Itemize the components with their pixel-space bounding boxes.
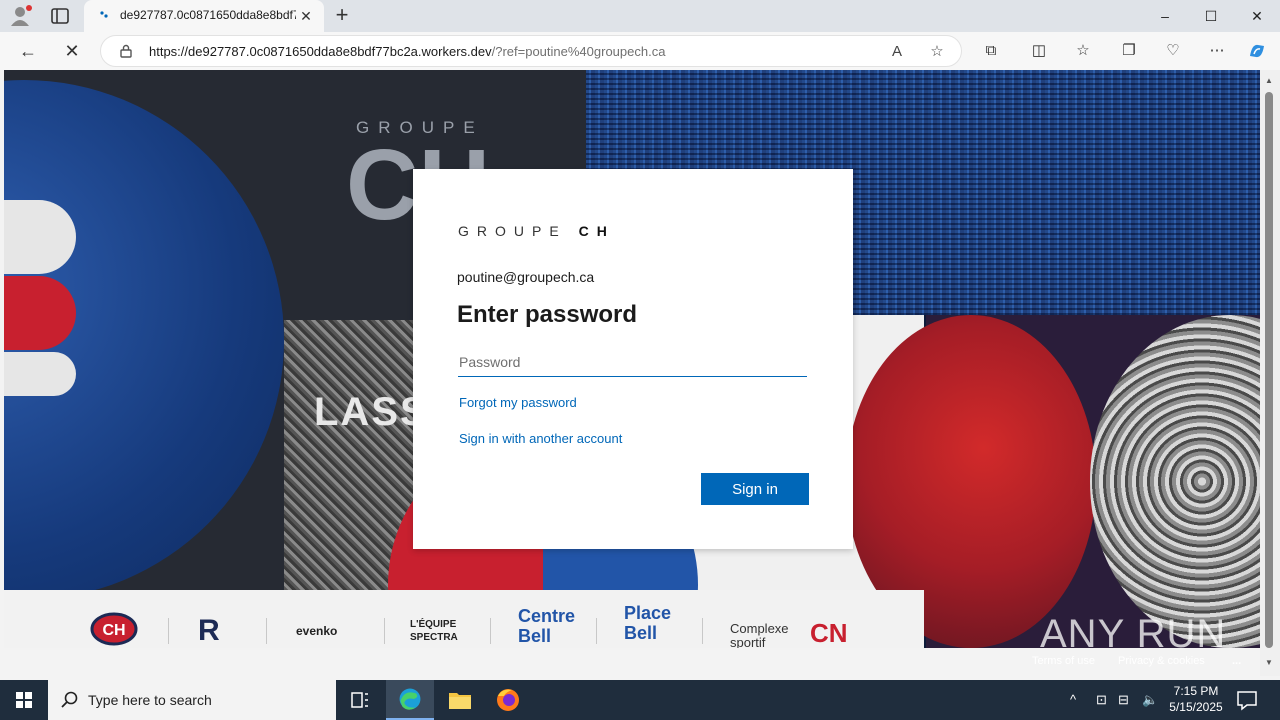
notifications-icon[interactable]	[1234, 688, 1260, 712]
complexe-sportif-logo: Complexe sportif	[730, 621, 789, 649]
privacy-cookies-link[interactable]: Privacy & cookies	[1118, 655, 1205, 667]
rocket-logo: R	[198, 614, 220, 647]
other-account-link[interactable]: Sign in with another account	[459, 431, 622, 446]
spectra-logo: L'ÉQUIPE SPECTRA	[410, 619, 458, 643]
logo-divider	[490, 618, 491, 644]
centre-bell-logo: Centre Bell	[518, 606, 576, 646]
scroll-thumb[interactable]	[1265, 92, 1273, 648]
tab-close-icon[interactable]: ✕	[298, 8, 314, 24]
loading-favicon-icon	[100, 11, 108, 18]
minimize-button[interactable]: –	[1142, 0, 1188, 32]
background-lasso-sign: LASS	[314, 390, 429, 434]
canadiens-logo-text: CH	[102, 622, 125, 639]
sign-in-button[interactable]: Sign in	[701, 473, 809, 505]
new-tab-button[interactable]: +	[330, 4, 354, 28]
read-aloud-icon[interactable]: A	[887, 42, 907, 62]
scroll-down-icon[interactable]: ▼	[1265, 658, 1273, 667]
profile-icon[interactable]	[8, 4, 34, 28]
collections-icon[interactable]: ❐	[1118, 40, 1140, 62]
windows-start-icon[interactable]	[0, 680, 48, 720]
copilot-icon[interactable]	[1246, 40, 1268, 62]
back-button[interactable]: ←	[14, 38, 42, 64]
terms-of-use-link[interactable]: Terms of use	[1032, 655, 1095, 667]
canadiens-logo: CH	[90, 612, 138, 646]
login-card: GROUPE CH poutine@groupech.ca Enter pass…	[413, 169, 853, 549]
logo-divider	[266, 618, 267, 644]
close-window-button[interactable]: ✕	[1234, 0, 1280, 32]
favorite-star-icon[interactable]: ☆	[927, 42, 947, 62]
taskbar-clock[interactable]: 7:15 PM 5/15/2025	[1158, 683, 1234, 715]
groupe-ch-logo: GROUPE CH	[458, 223, 615, 239]
edge-taskbar-icon[interactable]	[386, 680, 434, 720]
tab-title: de927787.0c0871650dda8e8bdf77	[120, 8, 296, 22]
password-input[interactable]	[458, 347, 807, 377]
address-bar[interactable]: https://de927787.0c0871650dda8e8bdf77bc2…	[100, 35, 962, 67]
task-view-icon[interactable]	[336, 680, 384, 720]
stripe-white-bottom	[4, 352, 76, 396]
evenko-logo: evenko	[296, 624, 338, 638]
stop-loading-button[interactable]: ✕	[58, 38, 86, 64]
cn-logo: CN	[810, 618, 848, 648]
browser-toolbar: ← ✕ https://de927787.0c0871650dda8e8bdf7…	[0, 32, 1280, 70]
network-icon[interactable]: ⊟	[1118, 692, 1129, 708]
url-text[interactable]: https://de927787.0c0871650dda8e8bdf77bc2…	[149, 44, 665, 59]
show-hidden-icons[interactable]: ^	[1070, 692, 1076, 707]
place-bell-logo: Place Bell	[624, 603, 672, 643]
browser-tab-strip: de927787.0c0871650dda8e8bdf77 ✕ + – ☐ ✕	[0, 0, 1280, 32]
scroll-up-icon[interactable]: ▲	[1265, 76, 1273, 85]
logo-divider	[384, 618, 385, 644]
logo-divider	[596, 618, 597, 644]
favorites-icon[interactable]: ☆	[1072, 40, 1094, 62]
logo-divider	[168, 618, 169, 644]
search-icon	[61, 691, 78, 708]
taskbar-search-placeholder: Type here to search	[88, 692, 212, 708]
tab-active[interactable]: de927787.0c0871650dda8e8bdf77 ✕	[84, 0, 324, 32]
anyrun-watermark: ANY RUN	[1040, 612, 1227, 656]
forgot-password-link[interactable]: Forgot my password	[459, 395, 577, 410]
clock-date: 5/15/2025	[1169, 700, 1223, 714]
file-explorer-icon[interactable]	[436, 680, 484, 720]
footer-more-button[interactable]: ...	[1232, 655, 1241, 667]
clock-time: 7:15 PM	[1173, 684, 1219, 698]
volume-icon[interactable]: 🔈	[1142, 692, 1158, 708]
page-scrollbar[interactable]: ▲ ▼	[1260, 70, 1280, 676]
site-info-icon[interactable]	[119, 44, 133, 58]
restore-button[interactable]: ☐	[1188, 0, 1234, 32]
tab-actions-icon[interactable]	[48, 5, 72, 27]
account-email: poutine@groupech.ca	[457, 269, 595, 285]
windows-taskbar: Type here to search ^ ⊡ ⊟ 🔈 7:15 PM 5/15…	[0, 680, 1280, 720]
page-background: GROUPE CH LASS CH R evenko L'ÉQUIPE SPEC…	[4, 70, 1260, 648]
meet-now-icon[interactable]: ⊡	[1096, 692, 1107, 708]
extensions-icon[interactable]: ⧉	[980, 40, 1002, 62]
firefox-icon[interactable]	[484, 680, 532, 720]
stripe-red	[4, 276, 76, 350]
page-title: Enter password	[457, 301, 638, 328]
split-screen-icon[interactable]: ◫	[1028, 40, 1050, 62]
browser-essentials-icon[interactable]: ♡	[1162, 40, 1184, 62]
brand-ch-text: CH	[578, 223, 615, 239]
stripe-white-top	[4, 200, 76, 274]
brand-groupe-text: GROUPE	[458, 223, 567, 239]
more-options-icon[interactable]: ⋯	[1206, 40, 1228, 62]
logo-divider	[702, 618, 703, 644]
taskbar-search-box[interactable]: Type here to search	[48, 680, 336, 720]
